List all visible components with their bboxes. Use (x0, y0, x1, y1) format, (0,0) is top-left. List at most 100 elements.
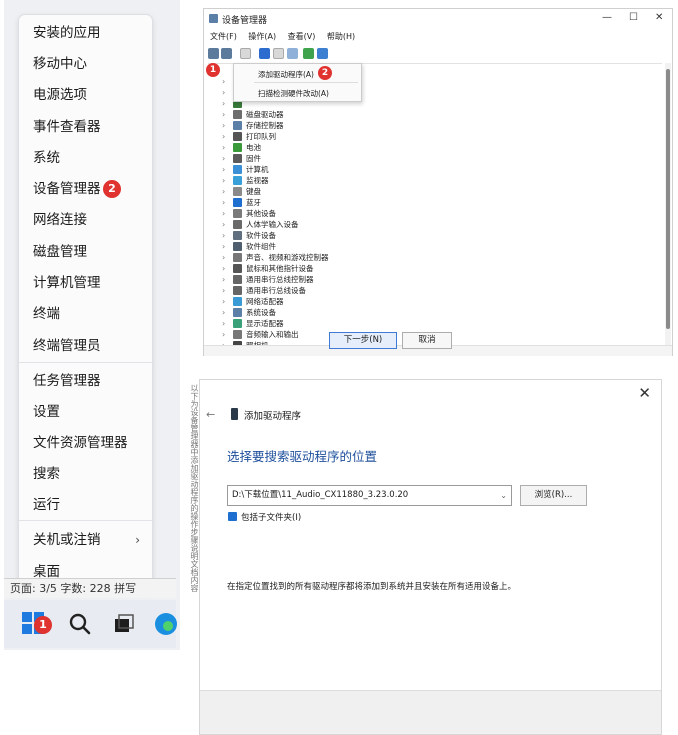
maximize-button[interactable]: ☐ (629, 12, 638, 23)
expand-caret-icon[interactable]: › (222, 164, 225, 175)
expand-caret-icon[interactable]: › (222, 98, 225, 109)
device-category-label: 显示适配器 (246, 319, 284, 328)
device-category-label: 键盘 (246, 187, 261, 196)
winx-menu-item[interactable]: 磁盘管理 (19, 237, 154, 267)
winx-menu-item[interactable]: 网络连接 (19, 205, 154, 235)
help-icon[interactable] (259, 48, 270, 59)
expand-caret-icon[interactable]: › (222, 307, 225, 318)
expand-caret-icon[interactable]: › (222, 142, 225, 153)
expand-caret-icon[interactable]: › (222, 175, 225, 186)
menu-action[interactable]: 操作(A) (248, 31, 276, 42)
cancel-button[interactable]: 取消 (402, 332, 452, 349)
winx-menu-item[interactable]: 运行 (19, 490, 154, 520)
add-driver-menu-item[interactable]: 添加驱动程序(A) (258, 69, 314, 80)
winx-menu-item[interactable]: 关机或注销 › (19, 525, 154, 555)
device-category-row[interactable]: › 固件 (208, 153, 508, 164)
menu-help[interactable]: 帮助(H) (327, 31, 355, 42)
expand-caret-icon[interactable]: › (222, 241, 225, 252)
winx-menu-item[interactable]: 电源选项 (19, 80, 154, 110)
device-category-row[interactable]: › 磁盘驱动器 (208, 109, 508, 120)
device-category-row[interactable]: › 通用串行总线控制器 (208, 274, 508, 285)
close-button[interactable]: ✕ (655, 12, 663, 23)
device-category-row[interactable]: › 鼠标和其他指针设备 (208, 263, 508, 274)
enable-device-icon[interactable] (303, 48, 314, 59)
winx-menu-item[interactable]: 设置 (19, 397, 154, 427)
winx-menu-item[interactable]: 任务管理器 (19, 366, 154, 396)
scrollbar-thumb[interactable] (666, 69, 670, 329)
device-category-row[interactable]: › 系统设备 (208, 307, 508, 318)
scan-hardware-icon[interactable] (287, 48, 298, 59)
device-category-row[interactable]: › 通用串行总线设备 (208, 285, 508, 296)
device-category-row[interactable]: › 电池 (208, 142, 508, 153)
expand-caret-icon[interactable]: › (222, 153, 225, 164)
winx-menu-item[interactable]: 终端 (19, 299, 154, 329)
expand-caret-icon[interactable]: › (222, 219, 225, 230)
menu-file[interactable]: 文件(F) (210, 31, 237, 42)
device-category-row[interactable]: › 人体学输入设备 (208, 219, 508, 230)
edge-browser-icon[interactable] (154, 612, 178, 636)
close-icon[interactable]: ✕ (638, 384, 651, 402)
expand-caret-icon[interactable]: › (222, 285, 225, 296)
device-category-icon (233, 121, 242, 130)
expand-caret-icon[interactable]: › (222, 263, 225, 274)
menu-view[interactable]: 查看(V) (288, 31, 316, 42)
windows-start-icon[interactable]: 1 (22, 612, 52, 636)
device-category-row[interactable]: › 计算机 (208, 164, 508, 175)
winx-menu-item[interactable]: 终端管理员 (19, 331, 154, 361)
device-category-label: 音频输入和输出 (246, 330, 299, 339)
expand-caret-icon[interactable]: › (222, 120, 225, 131)
back-arrow-icon[interactable]: ← (206, 408, 215, 421)
winx-menu-item[interactable]: 安装的应用 (19, 18, 154, 48)
winx-menu-item[interactable]: 事件查看器 (19, 112, 154, 142)
winx-menu-item-label: 系统 (33, 150, 60, 166)
scan-hardware-menu-item[interactable]: 扫描检测硬件改动(A) (258, 88, 329, 99)
minimize-button[interactable]: — (602, 12, 612, 23)
expand-caret-icon[interactable]: › (222, 230, 225, 241)
expand-caret-icon[interactable]: › (222, 109, 225, 120)
winx-menu-item-label: 电源选项 (33, 87, 87, 103)
expand-caret-icon[interactable]: › (222, 296, 225, 307)
expand-caret-icon[interactable]: › (222, 208, 225, 219)
monitor-icon[interactable] (317, 48, 328, 59)
next-button[interactable]: 下一步(N) (329, 332, 397, 349)
device-category-row[interactable]: › 软件设备 (208, 230, 508, 241)
properties-icon[interactable] (240, 48, 251, 59)
device-category-label: 打印队列 (246, 132, 276, 141)
winx-menu-item[interactable]: 计算机管理 (19, 268, 154, 298)
device-category-row[interactable]: › 显示适配器 (208, 318, 508, 329)
expand-caret-icon[interactable]: › (222, 252, 225, 263)
driver-path-input[interactable]: D:\下载位置\11_Audio_CX11880_3.23.0.20 ⌄ (227, 485, 512, 506)
expand-caret-icon[interactable]: › (222, 197, 225, 208)
winx-menu-item-label: 安装的应用 (33, 25, 101, 41)
forward-arrow-icon[interactable] (221, 48, 232, 59)
expand-caret-icon[interactable]: › (222, 87, 225, 98)
add-driver-dialog: ✕ ← 添加驱动程序 选择要搜索驱动程序的位置 D:\下载位置\11_Audio… (199, 379, 662, 735)
update-driver-icon[interactable] (273, 48, 284, 59)
back-arrow-icon[interactable] (208, 48, 219, 59)
expand-caret-icon[interactable]: › (222, 186, 225, 197)
device-category-row[interactable]: › 监视器 (208, 175, 508, 186)
device-category-row[interactable]: › 软件组件 (208, 241, 508, 252)
expand-caret-icon[interactable]: › (222, 329, 225, 340)
device-category-row[interactable]: › 键盘 (208, 186, 508, 197)
winx-menu-item[interactable]: 文件资源管理器 (19, 428, 154, 458)
winx-menu-item[interactable]: 移动中心 (19, 49, 154, 79)
browse-button[interactable]: 浏览(R)... (520, 485, 587, 506)
winx-menu-item[interactable]: 搜索 (19, 459, 154, 489)
expand-caret-icon[interactable]: › (222, 76, 225, 87)
task-view-icon[interactable] (112, 612, 136, 636)
search-icon[interactable] (68, 612, 92, 636)
winx-menu-item[interactable]: 系统 (19, 143, 154, 173)
device-category-row[interactable]: › 其他设备 (208, 208, 508, 219)
include-subfolders-checkbox[interactable] (228, 512, 237, 521)
chevron-down-icon[interactable]: ⌄ (500, 486, 507, 505)
device-category-row[interactable]: › 存储控制器 (208, 120, 508, 131)
device-category-row[interactable]: › 打印队列 (208, 131, 508, 142)
device-category-row[interactable]: › 声音、视频和游戏控制器 (208, 252, 508, 263)
winx-menu-item[interactable]: 设备管理器 2 (19, 174, 154, 204)
expand-caret-icon[interactable]: › (222, 274, 225, 285)
expand-caret-icon[interactable]: › (222, 131, 225, 142)
expand-caret-icon[interactable]: › (222, 318, 225, 329)
device-category-row[interactable]: › 网络适配器 (208, 296, 508, 307)
device-category-row[interactable]: › 蓝牙 (208, 197, 508, 208)
